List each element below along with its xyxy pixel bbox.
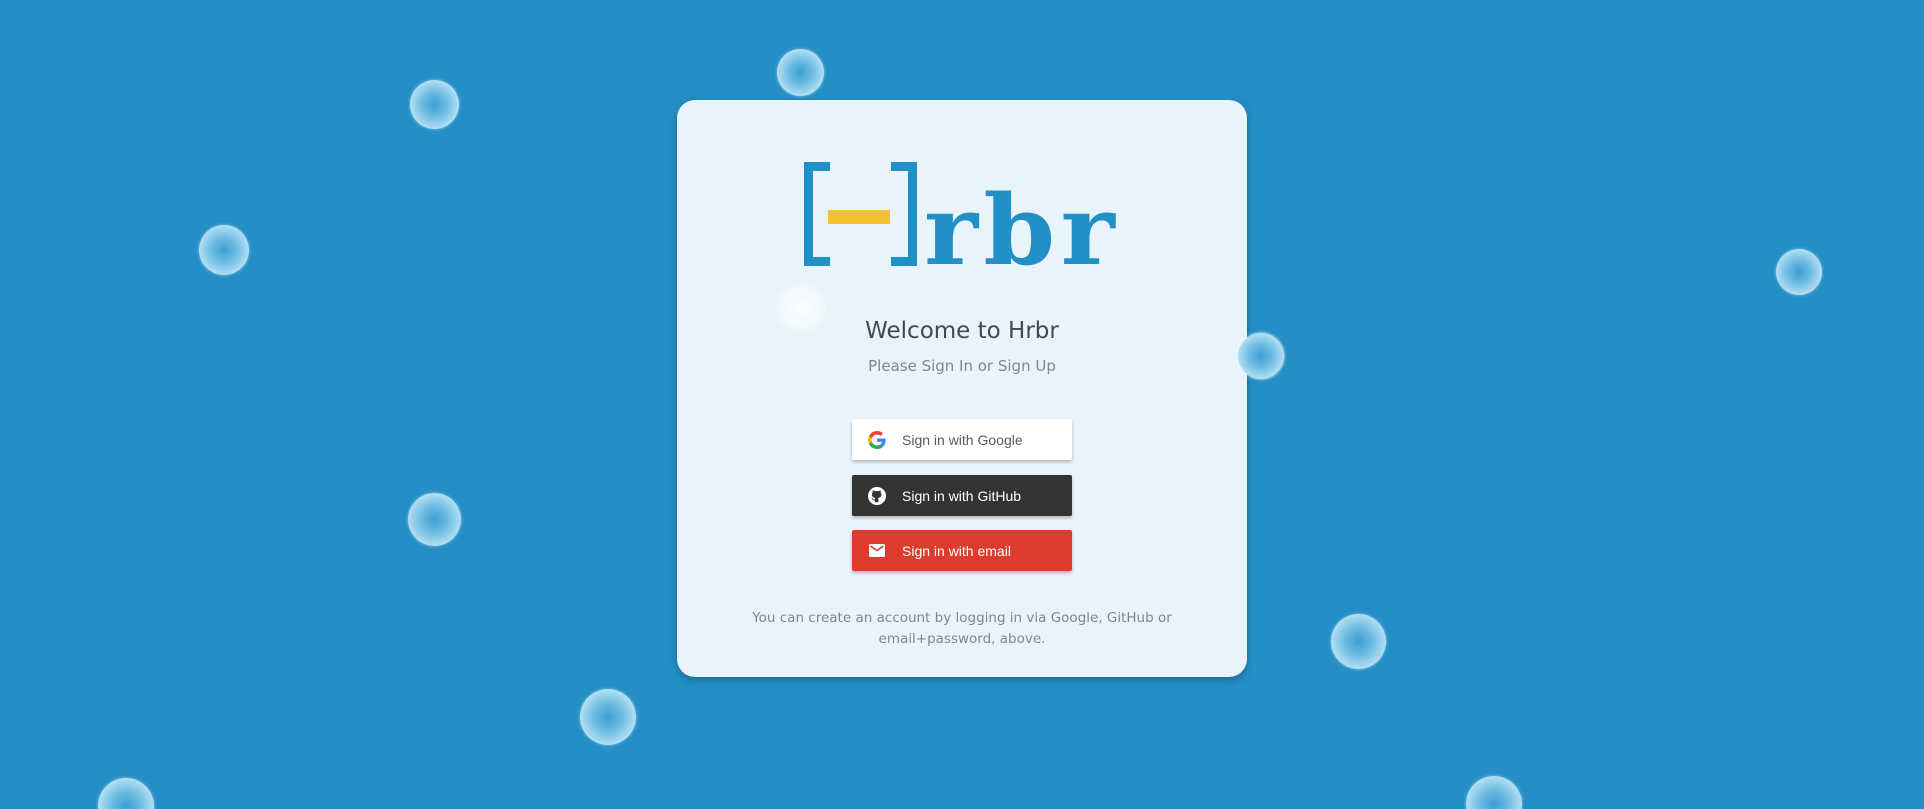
bubble-decoration bbox=[1238, 333, 1284, 379]
email-button-label: Sign in with email bbox=[902, 542, 1011, 559]
bubble-decoration bbox=[1466, 776, 1522, 809]
login-card: rbr Welcome to Hrbr Please Sign In or Si… bbox=[677, 100, 1247, 677]
logo-bracket-left bbox=[804, 162, 813, 266]
account-info-text: You can create an account by logging in … bbox=[752, 610, 1172, 647]
bubble-decoration bbox=[1776, 249, 1822, 295]
bubble-decoration bbox=[777, 49, 824, 96]
google-button-label: Sign in with Google bbox=[902, 431, 1023, 448]
page-subtitle: Please Sign In or Sign Up bbox=[868, 357, 1056, 375]
bubble-decoration bbox=[408, 493, 461, 546]
mail-icon bbox=[868, 542, 886, 560]
google-icon bbox=[868, 430, 886, 449]
login-page: rbr Welcome to Hrbr Please Sign In or Si… bbox=[0, 0, 1924, 809]
hrbr-logo: rbr bbox=[804, 162, 1120, 270]
github-button-label: Sign in with GitHub bbox=[902, 487, 1022, 504]
bubble-decoration bbox=[98, 778, 154, 809]
bubble-decoration bbox=[199, 225, 249, 275]
logo-accent-bar bbox=[828, 210, 890, 224]
bubble-decoration bbox=[1331, 614, 1386, 669]
logo-letters: rbr bbox=[924, 174, 1120, 270]
page-title: Welcome to Hrbr bbox=[865, 318, 1059, 344]
bubble-decoration bbox=[776, 283, 826, 333]
logo-bracket-right bbox=[908, 162, 917, 266]
bubble-decoration bbox=[580, 689, 636, 745]
sign-in-google-button[interactable]: Sign in with Google bbox=[852, 419, 1072, 460]
github-icon bbox=[868, 486, 886, 505]
sign-in-email-button[interactable]: Sign in with email bbox=[852, 530, 1072, 571]
bubble-decoration bbox=[410, 80, 459, 129]
sign-in-github-button[interactable]: Sign in with GitHub bbox=[852, 475, 1072, 516]
